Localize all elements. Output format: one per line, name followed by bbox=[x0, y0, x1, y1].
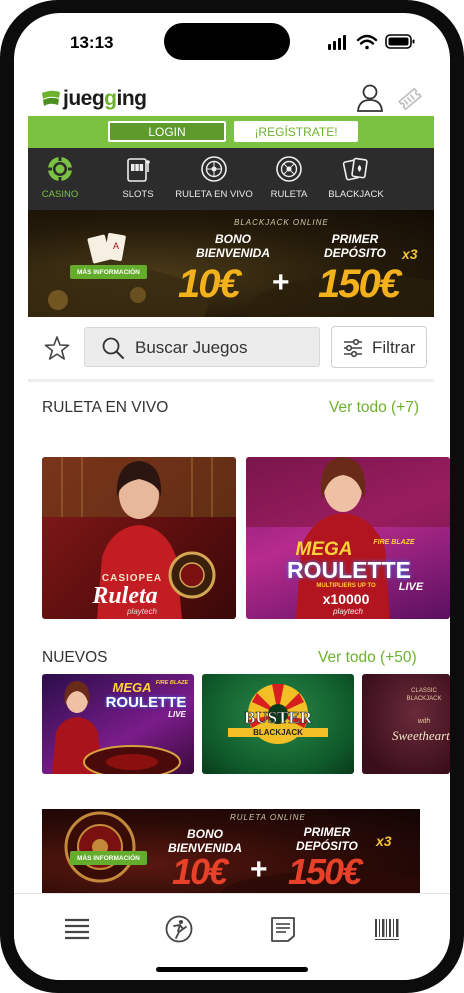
barcode-icon[interactable] bbox=[372, 914, 402, 944]
tile-subtitle: BLACKJACK bbox=[406, 696, 442, 702]
category-label: RULETA bbox=[270, 189, 308, 200]
logo-text: juegging bbox=[63, 87, 147, 110]
user-icon[interactable] bbox=[356, 83, 384, 113]
tile-extra: MULTIPLIERS UP TO bbox=[316, 583, 376, 589]
screen: 13:13 juegging LOGIN ¡REGÍSTRATE! CASINO… bbox=[14, 13, 450, 980]
svg-text:A: A bbox=[113, 241, 119, 251]
category-ruleta-en-vivo[interactable]: RULETA EN VIVO bbox=[168, 148, 260, 210]
tile-title: with bbox=[417, 718, 431, 725]
search-placeholder: Buscar Juegos bbox=[135, 338, 248, 357]
tile-brand: playtech bbox=[127, 607, 157, 616]
multiplier-label: x3 bbox=[376, 833, 392, 849]
tile-title: BUSTER bbox=[243, 708, 313, 728]
phone-frame: 13:13 juegging LOGIN ¡REGÍSTRATE! CASINO… bbox=[0, 0, 464, 993]
dynamic-island bbox=[164, 23, 290, 60]
filter-label: Filtrar bbox=[372, 338, 416, 357]
game-tile-classic-blackjack-sweethearts[interactable]: CLASSIC BLACKJACK with Sweethearts bbox=[362, 674, 450, 774]
login-button[interactable]: LOGIN bbox=[108, 121, 226, 142]
see-all-new-link[interactable]: Ver todo (+50) bbox=[318, 649, 417, 667]
promo-banner-blackjack[interactable]: A BLACKJACK ONLINE MÁS INFORMACIÓN BONO B… bbox=[28, 210, 434, 317]
deposit-heading: PRIMER DEPÓSITO bbox=[324, 232, 386, 260]
playing-cards-icon: A bbox=[87, 232, 126, 264]
sports-icon[interactable] bbox=[164, 914, 194, 944]
banner-eyebrow: BLACKJACK ONLINE bbox=[234, 218, 329, 227]
banner-eyebrow: RULETA ONLINE bbox=[230, 813, 306, 822]
tile-brand: playtech bbox=[333, 607, 363, 616]
game-tile-new-mega-roulette[interactable]: MEGA FIRE BLAZE ROULETTE LIVE bbox=[42, 674, 194, 774]
category-label: BLACKJACK bbox=[328, 189, 384, 200]
tile-title-small: CLASSIC bbox=[411, 688, 437, 694]
tile-title: Ruleta bbox=[92, 583, 158, 609]
category-label: RULETA EN VIVO bbox=[175, 189, 253, 200]
cellular-signal-icon bbox=[328, 35, 346, 50]
category-ruleta[interactable]: RULETA bbox=[264, 148, 314, 210]
deposit-amount: 150€ bbox=[288, 851, 362, 892]
category-blackjack[interactable]: BLACKJACK bbox=[324, 148, 388, 210]
tile-title: ROULETTE bbox=[105, 694, 187, 711]
casino-chip-icon bbox=[48, 157, 72, 181]
star-favorites-icon[interactable] bbox=[44, 335, 70, 361]
status-time: 13:13 bbox=[70, 33, 114, 52]
more-info-button[interactable]: MÁS INFORMACIÓN bbox=[70, 851, 147, 865]
category-label: SLOTS bbox=[122, 189, 154, 200]
game-tile-buster-blackjack[interactable]: BUSTER BLACKJACK bbox=[202, 674, 354, 774]
game-tile-mega-fire-blaze-roulette[interactable]: MEGA FIRE BLAZE ROULETTE LIVE MULTIPLIER… bbox=[246, 457, 450, 619]
bonus-amount: 10€ bbox=[178, 262, 241, 306]
category-label: CASINO bbox=[41, 189, 79, 200]
register-button[interactable]: ¡REGÍSTRATE! bbox=[234, 121, 358, 142]
tile-subtitle: FIRE BLAZE bbox=[373, 539, 415, 546]
category-casino[interactable]: CASINO bbox=[38, 148, 82, 210]
promo-banner-ruleta[interactable]: RULETA ONLINE MÁS INFORMACIÓN BONO BIENVE… bbox=[42, 809, 420, 895]
multiplier-label: x3 bbox=[402, 246, 418, 262]
deposit-heading: PRIMER DEPÓSITO bbox=[296, 825, 358, 853]
roulette-live-icon bbox=[201, 156, 227, 182]
tile-tag: Sweethearts bbox=[392, 728, 450, 743]
cards-icon bbox=[342, 157, 368, 181]
bonus-heading: BONO BIENVENIDA bbox=[196, 232, 271, 260]
game-tile-casiopea-ruleta[interactable]: CASIOPEA Ruleta playtech bbox=[42, 457, 236, 619]
auth-bar: LOGIN ¡REGÍSTRATE! bbox=[28, 116, 434, 148]
tile-subtitle: FIRE BLAZE bbox=[155, 680, 189, 686]
home-indicator bbox=[156, 967, 308, 972]
bonus-amount: 10€ bbox=[172, 851, 228, 892]
section-title-live: RULETA EN VIVO bbox=[42, 399, 169, 416]
more-info-button[interactable]: MÁS INFORMACIÓN bbox=[70, 265, 147, 279]
filter-button[interactable]: Filtrar bbox=[331, 326, 427, 368]
search-input[interactable]: Buscar Juegos bbox=[84, 327, 320, 367]
juegging-logo[interactable]: juegging bbox=[40, 85, 147, 113]
tile-title: ROULETTE bbox=[287, 557, 411, 583]
battery-icon bbox=[385, 34, 415, 49]
category-slots[interactable]: SLOTS bbox=[108, 148, 168, 210]
deposit-amount: 150€ bbox=[318, 262, 401, 306]
plus-sign: + bbox=[250, 853, 268, 886]
wifi-icon bbox=[356, 34, 378, 50]
filter-sliders-icon bbox=[344, 338, 362, 358]
slot-machine-icon bbox=[127, 158, 150, 182]
status-bar: 13:13 bbox=[14, 13, 450, 67]
search-icon bbox=[102, 337, 124, 359]
tile-subtitle: BLACKJACK bbox=[228, 728, 328, 737]
roulette-icon bbox=[276, 156, 302, 182]
bet-slip-icon[interactable] bbox=[268, 914, 298, 944]
logo-mark-icon bbox=[42, 90, 60, 106]
menu-icon[interactable] bbox=[62, 914, 92, 944]
tile-tag: LIVE bbox=[168, 710, 186, 719]
search-row: Buscar Juegos Filtrar bbox=[28, 319, 434, 382]
tile-multiplier: x10000 bbox=[322, 591, 370, 607]
section-title-new: NUEVOS bbox=[42, 649, 108, 666]
category-bar: CASINO SLOTS RULETA EN VIVO RULETA BLACK… bbox=[28, 148, 434, 210]
ticket-icon[interactable] bbox=[396, 85, 424, 113]
status-icons bbox=[328, 34, 415, 50]
see-all-live-link[interactable]: Ver todo (+7) bbox=[329, 399, 419, 417]
plus-sign: + bbox=[272, 266, 290, 299]
